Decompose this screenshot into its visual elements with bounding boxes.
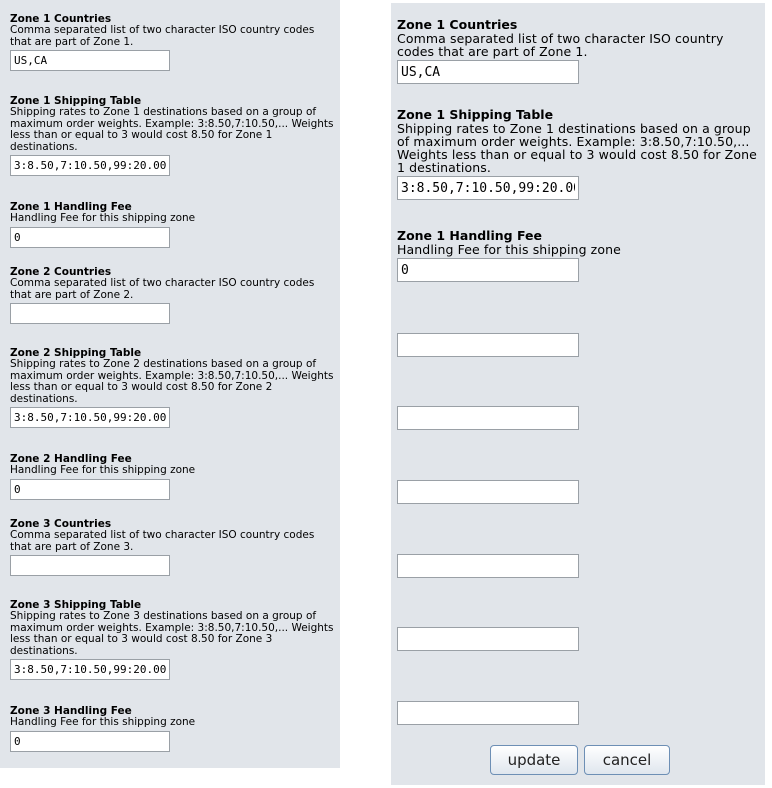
zone-1-handling-fee-field: Zone 1 Handling Fee Handling Fee for thi… — [397, 229, 761, 282]
empty-text-input[interactable] — [397, 627, 579, 651]
zone-1-shipping-table-input[interactable] — [10, 155, 170, 176]
empty-text-input[interactable] — [397, 333, 579, 357]
zone-1-countries-input[interactable] — [397, 60, 579, 84]
zone-1-handling-fee-input[interactable] — [397, 258, 579, 282]
zone-1-countries-input[interactable] — [10, 50, 170, 71]
zone-3-countries-field: Zone 3 Countries Comma separated list of… — [10, 518, 338, 576]
config-panel-left: Zone 1 Countries Comma separated list of… — [0, 0, 340, 768]
cancel-button[interactable]: cancel — [584, 745, 670, 775]
empty-text-input[interactable] — [397, 554, 579, 578]
field-title: Zone 1 Countries — [397, 17, 518, 32]
field-description: Handling Fee for this shipping zone — [10, 464, 196, 476]
zone-3-handling-fee-input[interactable] — [10, 730, 170, 752]
zone-1-shipping-table-field: Zone 1 Shipping Table Shipping rates to … — [397, 108, 761, 200]
empty-text-input[interactable] — [397, 701, 579, 725]
zone-1-shipping-table-field: Zone 1 Shipping Table Shipping rates to … — [10, 95, 338, 176]
zone-1-countries-field: Zone 1 Countries Comma separated list of… — [10, 13, 338, 71]
zone-3-handling-fee-field: Zone 3 Handling Fee Handling Fee for thi… — [10, 705, 338, 752]
zone-2-handling-fee-field: Zone 2 Handling Fee Handling Fee for thi… — [10, 453, 338, 500]
zone-2-shipping-table-field: Zone 2 Shipping Table Shipping rates to … — [10, 347, 338, 428]
field-title: Zone 1 Handling Fee — [397, 228, 542, 243]
field-description: Comma separated list of two character IS… — [10, 24, 315, 48]
field-description: Shipping rates to Zone 1 destinations ba… — [10, 106, 334, 153]
field-description: Comma separated list of two character IS… — [10, 529, 315, 553]
zone-2-shipping-table-input[interactable] — [10, 407, 170, 428]
field-description: Shipping rates to Zone 3 destinations ba… — [10, 610, 334, 657]
zone-1-handling-fee-input[interactable] — [10, 226, 170, 248]
field-description: Comma separated list of two character IS… — [10, 277, 315, 301]
field-description: Handling Fee for this shipping zone — [10, 212, 196, 224]
field-description: Comma separated list of two character IS… — [397, 31, 724, 59]
field-description: Handling Fee for this shipping zone — [10, 716, 196, 728]
field-title: Zone 1 Shipping Table — [397, 107, 554, 122]
config-panel-right: Zone 1 Countries Comma separated list of… — [391, 3, 765, 785]
field-description: Handling Fee for this shipping zone — [397, 242, 621, 257]
empty-text-input[interactable] — [397, 480, 579, 504]
empty-text-input[interactable] — [397, 406, 579, 430]
field-description: Shipping rates to Zone 2 destinations ba… — [10, 358, 334, 405]
zone-1-shipping-table-input[interactable] — [397, 176, 579, 200]
zone-2-handling-fee-input[interactable] — [10, 478, 170, 500]
zone-3-shipping-table-input[interactable] — [10, 659, 170, 680]
update-button[interactable]: update — [490, 745, 578, 775]
zone-3-shipping-table-field: Zone 3 Shipping Table Shipping rates to … — [10, 599, 338, 680]
field-description: Shipping rates to Zone 1 destinations ba… — [397, 121, 757, 175]
zone-2-countries-field: Zone 2 Countries Comma separated list of… — [10, 266, 338, 324]
zone-3-countries-input[interactable] — [10, 555, 170, 576]
zone-1-handling-fee-field: Zone 1 Handling Fee Handling Fee for thi… — [10, 201, 338, 248]
zone-2-countries-input[interactable] — [10, 303, 170, 324]
zone-1-countries-field: Zone 1 Countries Comma separated list of… — [397, 18, 761, 84]
